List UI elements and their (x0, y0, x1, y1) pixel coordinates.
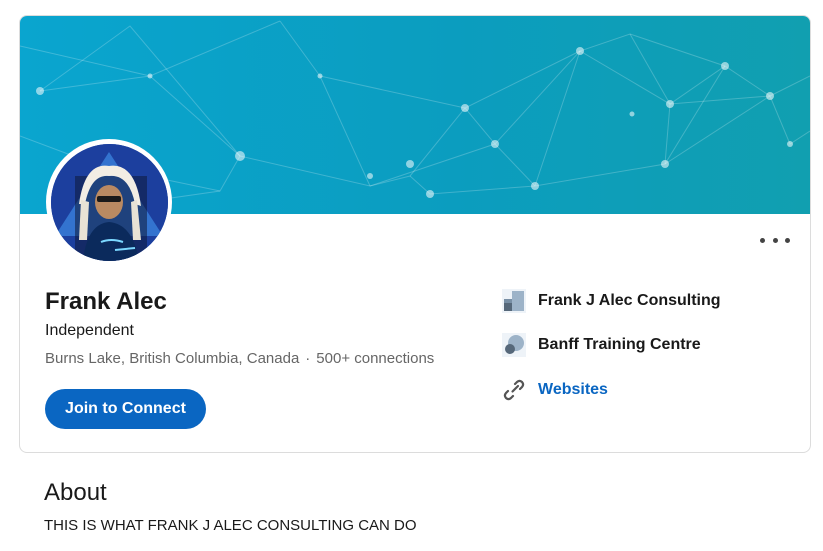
experience-item-company[interactable]: Frank J Alec Consulting (502, 289, 721, 313)
websites-link[interactable]: Websites (538, 381, 608, 399)
connections-count: 500+ connections (316, 350, 435, 367)
company-name: Frank J Alec Consulting (538, 292, 721, 309)
profile-name: Frank Alec (45, 288, 167, 315)
avatar[interactable] (46, 139, 172, 265)
profile-card: Frank Alec Independent Burns Lake, Briti… (19, 15, 811, 453)
websites-item[interactable]: Websites (502, 378, 608, 402)
school-name: Banff Training Centre (538, 336, 701, 353)
join-to-connect-button[interactable]: Join to Connect (45, 389, 206, 429)
school-logo-icon (502, 333, 526, 357)
person-photo-icon (50, 143, 168, 261)
location-line: Burns Lake, British Columbia, Canada · 500… (45, 349, 434, 369)
dot (785, 237, 790, 243)
link-icon (502, 378, 526, 402)
about-heading: About (44, 479, 107, 506)
location-text: Burns Lake, British Columbia, Canada (45, 350, 300, 367)
dot (760, 237, 765, 243)
dot (772, 237, 778, 243)
company-logo-icon (502, 289, 526, 313)
profile-photo (50, 143, 168, 261)
education-item-school[interactable]: Banff Training Centre (502, 333, 701, 357)
more-options-icon[interactable] (760, 230, 790, 250)
separator: · (305, 350, 311, 367)
profile-headline: Independent (45, 322, 134, 339)
about-text: THIS IS WHAT FRANK J ALEC CONSULTING CAN… (44, 517, 417, 534)
